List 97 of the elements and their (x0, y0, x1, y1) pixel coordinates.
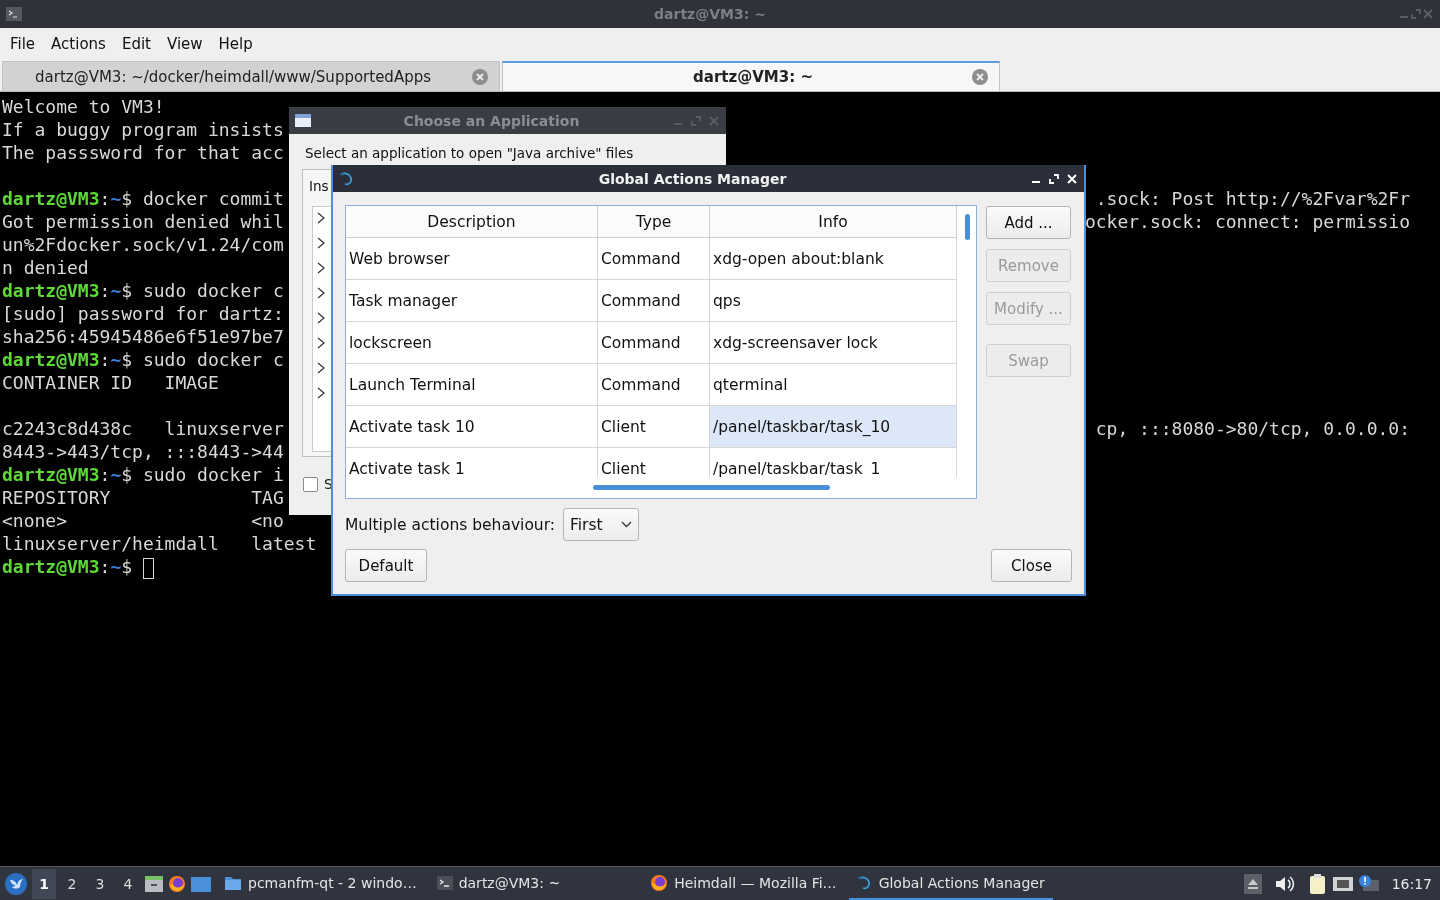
column-header[interactable]: Description (346, 206, 598, 238)
menu-item[interactable]: Actions (43, 35, 114, 53)
chevron-icon[interactable] (317, 235, 325, 251)
table-cell[interactable]: xdg-screensaver lock (710, 322, 957, 364)
terminal-line: .sock: Post http://%2Fvar%2Fr (1095, 187, 1410, 210)
terminal-line: dartz@VM3:~$ docker commit (2, 187, 284, 210)
table-cell[interactable]: Client (598, 406, 710, 448)
firefox-icon (650, 873, 669, 892)
terminal-tab[interactable]: dartz@VM3: ~/docker/heimdall/www/SupportedApps (2, 61, 500, 91)
table-cell[interactable]: lockscreen (346, 322, 598, 364)
caret-icon (621, 521, 632, 528)
table-cell[interactable]: Client (598, 448, 710, 478)
behaviour-label: Multiple actions behaviour: (345, 515, 555, 534)
terminal-line: <none> <no (2, 509, 284, 532)
desktop-icon[interactable] (190, 874, 212, 893)
terminal-line: Got permission denied whil (2, 210, 284, 233)
checkbox[interactable] (303, 476, 318, 492)
file-cabinet-icon[interactable] (144, 873, 164, 894)
chevron-icon[interactable] (317, 260, 325, 276)
table-cell[interactable]: /panel/taskbar/task_10 (710, 406, 957, 448)
dialog-button[interactable]: Close (991, 549, 1072, 582)
table-cell[interactable]: Launch Terminal (346, 364, 598, 406)
swirl-icon (339, 170, 355, 187)
task-button[interactable]: Heimdall — Mozilla Fi… (642, 867, 845, 900)
terminal-line: REPOSITORY TAG (2, 486, 284, 509)
terminal-line: [sudo] password for dartz: (2, 302, 284, 325)
folder-icon (224, 874, 242, 891)
terminal-line: cp, :::8080->80/tcp, 0.0.0.0: (1095, 417, 1410, 440)
terminal-line: If a buggy program insists (2, 118, 284, 141)
table-cell[interactable]: qps (710, 280, 957, 322)
column-header[interactable]: Info (710, 206, 957, 238)
table-cell[interactable]: xdg-open about:blank (710, 238, 957, 280)
table-cell[interactable]: Command (598, 364, 710, 406)
task-button[interactable]: pcmanfm-qt - 2 windo… (216, 867, 425, 900)
dialog-title: Choose an Application (402, 112, 581, 129)
terminal-line: ocker.sock: connect: permissio (1084, 210, 1410, 233)
terminal-tab[interactable]: dartz@VM3: ~ (502, 61, 1000, 91)
workspace-button[interactable]: 4 (116, 868, 140, 899)
chevron-icon[interactable] (317, 210, 325, 226)
volume-icon[interactable] (1273, 873, 1296, 894)
terminal-line: The passsword for that acc (2, 141, 284, 164)
table-cell[interactable]: qterminal (710, 364, 957, 406)
scrollbar-thumb[interactable] (593, 485, 830, 491)
terminal-line: dartz@VM3:~$ (2, 555, 154, 578)
clock[interactable]: 16:17 (1391, 875, 1432, 892)
table-cell[interactable]: /panel/taskbar/task_1 (710, 448, 957, 478)
clipboard-icon[interactable] (1307, 872, 1328, 895)
eject-icon[interactable] (1243, 873, 1262, 894)
window-title: dartz@VM3: ~ (653, 6, 767, 22)
task-button[interactable]: Global Actions Manager (848, 867, 1053, 900)
terminal-line: dartz@VM3:~$ sudo docker i (2, 463, 284, 486)
terminal-line: CONTAINER ID IMAGE (2, 371, 219, 394)
terminal-icon (6, 7, 22, 21)
dialog-prompt: Select an application to open "Java archive" files (304, 144, 635, 161)
task-button[interactable]: dartz@VM3: ~ (428, 867, 569, 900)
chevron-icon[interactable] (317, 385, 325, 401)
workspace-button[interactable]: 2 (60, 868, 84, 899)
workspace-button[interactable]: 3 (88, 868, 112, 899)
terminal-line: 8443->443/tcp, :::8443->44 (2, 440, 284, 463)
terminal-line: Welcome to VM3! (2, 95, 165, 118)
terminal-line: c2243c8d438c linuxserver (2, 417, 284, 440)
menu-item[interactable]: View (158, 35, 211, 53)
chevron-icon[interactable] (317, 285, 325, 301)
dialog-title: Global Actions Manager (597, 170, 788, 187)
dialog-tab[interactable]: Ins (309, 178, 329, 194)
terminal-line: n denied (2, 256, 89, 279)
chevron-icon[interactable] (317, 310, 325, 326)
start-menu-icon[interactable] (4, 871, 28, 896)
firefox-icon (168, 874, 186, 893)
dialog-button[interactable]: Default (345, 549, 427, 582)
table-cell[interactable]: Command (598, 322, 710, 364)
terminal-line: sha256:45945486e6f51e97be7 (2, 325, 284, 348)
table-cell[interactable]: Command (598, 238, 710, 280)
network-icon[interactable] (1331, 874, 1354, 893)
terminal-line: linuxserver/heimdall latest (2, 532, 317, 555)
scrollbar-thumb[interactable] (965, 214, 970, 240)
terminal-line: un%2Fdocker.sock/v1.24/com (2, 233, 284, 256)
column-header[interactable]: Type (598, 206, 710, 238)
table-cell[interactable]: Activate task 10 (346, 406, 598, 448)
menu-item[interactable]: Help (210, 35, 261, 53)
table-cell[interactable]: Task manager (346, 280, 598, 322)
notification-icon[interactable] (1357, 873, 1380, 894)
behaviour-dropdown[interactable]: First (563, 508, 639, 541)
workspace-button[interactable]: 1 (32, 868, 56, 899)
table-cell[interactable]: Command (598, 280, 710, 322)
table-cell[interactable]: Web browser (346, 238, 598, 280)
chevron-icon[interactable] (317, 335, 325, 351)
swirl-icon (856, 874, 873, 891)
window-icon (295, 114, 311, 127)
table-cell[interactable]: Activate task 1 (346, 448, 598, 478)
terminal-icon (436, 875, 453, 890)
terminal-line: dartz@VM3:~$ sudo docker c (2, 279, 284, 302)
menu-item[interactable]: Edit (113, 35, 159, 53)
menu-item[interactable]: File (2, 35, 44, 53)
terminal-line: dartz@VM3:~$ sudo docker c (2, 348, 284, 371)
action-button[interactable]: Add ... (986, 206, 1071, 239)
chevron-icon[interactable] (317, 360, 325, 376)
